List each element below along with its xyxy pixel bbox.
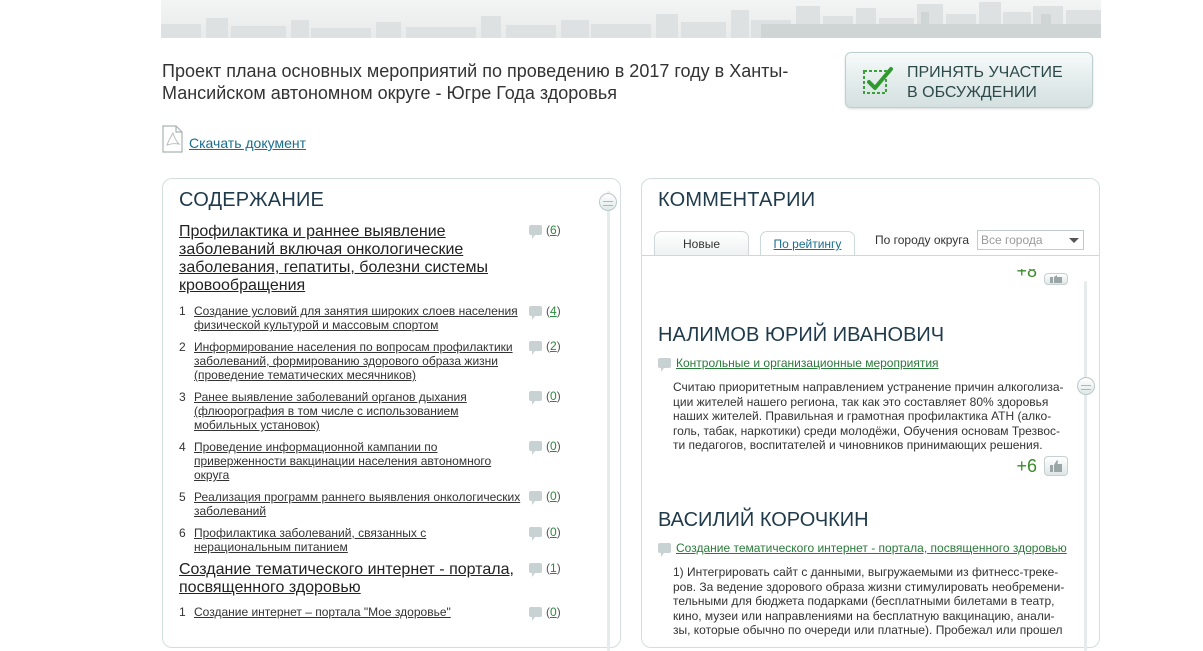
- comment-score: +6: [1016, 456, 1037, 476]
- toc-section-comment-count[interactable]: (1): [529, 561, 561, 577]
- toc-item-link[interactable]: Реализация программ раннего выявления он…: [194, 490, 524, 518]
- thumbs-up-icon: [1050, 275, 1062, 283]
- toc-item-link[interactable]: Создание интернет – портала "Мое здоровь…: [194, 605, 524, 619]
- toc-section-title[interactable]: Создание тематического интернет - портал…: [179, 561, 524, 597]
- comments-panel: КОММЕНТАРИИ Новые По рейтингу По городу …: [641, 178, 1100, 651]
- toc-item-link[interactable]: Профилактика заболеваний, связанных с не…: [194, 526, 524, 554]
- toc-item-comment-count[interactable]: (0): [529, 605, 561, 621]
- like-button[interactable]: [1044, 456, 1068, 476]
- toc-item-comment-count[interactable]: (0): [529, 439, 561, 455]
- comment-topic: Создание тематического интернет - портал…: [658, 541, 1067, 557]
- contents-scrollbar-thumb[interactable]: [599, 193, 617, 211]
- tabs-divider: [642, 255, 1099, 256]
- participate-discussion-button[interactable]: ПРИНЯТЬ УЧАСТИЕ В ОБСУЖДЕНИИ: [845, 52, 1093, 108]
- document-title: Проект плана основных мероприятий по про…: [162, 61, 789, 103]
- toc-section-title[interactable]: Профилактика и раннее выявление заболева…: [179, 223, 499, 295]
- comment-bubble-icon: [529, 607, 542, 621]
- toc-item-number: 6: [179, 526, 186, 540]
- toc-item-number: 2: [179, 340, 186, 354]
- comments-scrollbar-track[interactable]: [1084, 281, 1087, 651]
- city-filter-label: По городу округа: [875, 233, 970, 247]
- comment-author: ВАСИЛИЙ КОРОЧКИН: [658, 509, 869, 531]
- comment-topic-link[interactable]: Создание тематического интернет - портал…: [676, 541, 1067, 555]
- toc-item-number: 1: [179, 304, 186, 318]
- comment-bubble-icon: [529, 391, 542, 405]
- toc-item-comment-count[interactable]: (2): [529, 339, 561, 355]
- comment-text: 1) Интегрировать сайт с данными, выгружа…: [673, 565, 1065, 637]
- toc-item-link[interactable]: Создание условий для занятия широких сло…: [194, 304, 524, 332]
- toc-item-number: 4: [179, 440, 186, 454]
- toc-item-number: 3: [179, 390, 186, 404]
- toc-item-comment-count[interactable]: (0): [529, 489, 561, 505]
- comment-topic: Контрольные и организационные мероприяти…: [658, 356, 939, 372]
- comment-bubble-icon: [529, 306, 542, 320]
- comment-bubble-icon: [529, 563, 542, 577]
- comment-author: НАЛИМОВ ЮРИЙ ИВАНОВИЧ: [658, 324, 945, 346]
- comment-bubble-icon: [529, 441, 542, 455]
- contents-scrollbar-track[interactable]: [607, 191, 610, 651]
- comments-title: КОММЕНТАРИИ: [658, 189, 816, 211]
- comment-bubble-icon: [658, 543, 671, 557]
- toc-item-comment-count[interactable]: (0): [529, 525, 561, 541]
- header-skyline-banner: [161, 0, 1101, 38]
- download-document-link[interactable]: Скачать документ: [189, 135, 306, 151]
- toc-item-number: 5: [179, 490, 186, 504]
- comment-bubble-icon: [658, 358, 671, 372]
- participate-button-label: ПРИНЯТЬ УЧАСТИЕ В ОБСУЖДЕНИИ: [907, 64, 1063, 101]
- thumbs-up-icon: [1050, 460, 1062, 472]
- toc-item-link[interactable]: Ранее выявление заболеваний органов дыха…: [194, 390, 524, 432]
- city-filter-select[interactable]: Все города: [977, 230, 1084, 250]
- comments-scrollbar-thumb[interactable]: [1077, 377, 1095, 395]
- toc-item-comment-count[interactable]: (4): [529, 304, 561, 320]
- comment-bubble-icon: [529, 491, 542, 505]
- like-button[interactable]: [1044, 273, 1068, 285]
- comment-topic-link[interactable]: Контрольные и организационные мероприяти…: [676, 356, 939, 370]
- toc-item-number: 1: [179, 605, 186, 619]
- toc-item-link[interactable]: Информирование населения по вопросам про…: [194, 340, 524, 382]
- contents-panel: СОДЕРЖАНИЕ Профилактика и раннее выявлен…: [162, 178, 621, 651]
- pdf-file-icon: [162, 125, 183, 153]
- comment-text: Считаю приоритетным направлением устране…: [673, 380, 1064, 452]
- toc-item-comment-count[interactable]: (0): [529, 389, 561, 405]
- chevron-down-icon: [1069, 238, 1079, 243]
- checkbox-check-icon: [863, 67, 893, 94]
- tab-by-rating[interactable]: По рейтингу: [760, 231, 855, 255]
- toc-item-link[interactable]: Проведение информационной кампании по пр…: [194, 440, 524, 482]
- toc-section-comment-count[interactable]: (6): [529, 223, 561, 239]
- tab-new[interactable]: Новые: [654, 231, 749, 255]
- comment-bubble-icon: [529, 341, 542, 355]
- contents-title: СОДЕРЖАНИЕ: [179, 189, 325, 211]
- previous-comment-score: +8: [1016, 269, 1037, 281]
- comment-bubble-icon: [529, 527, 542, 541]
- comment-bubble-icon: [529, 225, 542, 239]
